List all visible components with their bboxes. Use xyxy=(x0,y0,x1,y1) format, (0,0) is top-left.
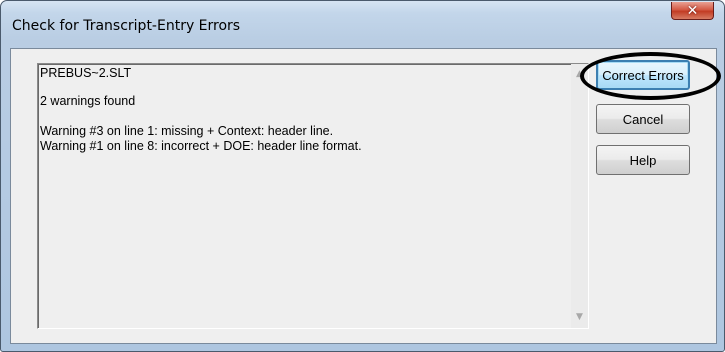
close-icon: ✕ xyxy=(686,2,699,19)
window-title: Check for Transcript-Entry Errors xyxy=(12,18,241,34)
title-bar[interactable]: Check for Transcript-Entry Errors ✕ xyxy=(1,1,724,46)
vertical-scrollbar[interactable]: ▲ ▼ xyxy=(571,64,588,328)
cancel-button[interactable]: Cancel xyxy=(596,104,690,134)
correct-errors-button[interactable]: Correct Errors xyxy=(596,60,690,90)
report-content: PREBUS~2.SLT 2 warnings found Warning #3… xyxy=(40,66,570,154)
scroll-down-arrow-icon[interactable]: ▼ xyxy=(571,309,588,326)
report-summary: 2 warnings found xyxy=(40,94,136,108)
warning-line: Warning #1 on line 8: incorrect + DOE: h… xyxy=(40,139,362,153)
report-filename: PREBUS~2.SLT xyxy=(40,66,132,80)
scroll-up-arrow-icon[interactable]: ▲ xyxy=(571,66,588,83)
report-textbox[interactable]: PREBUS~2.SLT 2 warnings found Warning #3… xyxy=(37,63,589,329)
close-button[interactable]: ✕ xyxy=(671,2,714,20)
help-button[interactable]: Help xyxy=(596,145,690,175)
dialog-client-area: PREBUS~2.SLT 2 warnings found Warning #3… xyxy=(10,48,717,344)
dialog-window: Check for Transcript-Entry Errors ✕ PREB… xyxy=(0,0,725,352)
warning-line: Warning #3 on line 1: missing + Context:… xyxy=(40,124,334,138)
